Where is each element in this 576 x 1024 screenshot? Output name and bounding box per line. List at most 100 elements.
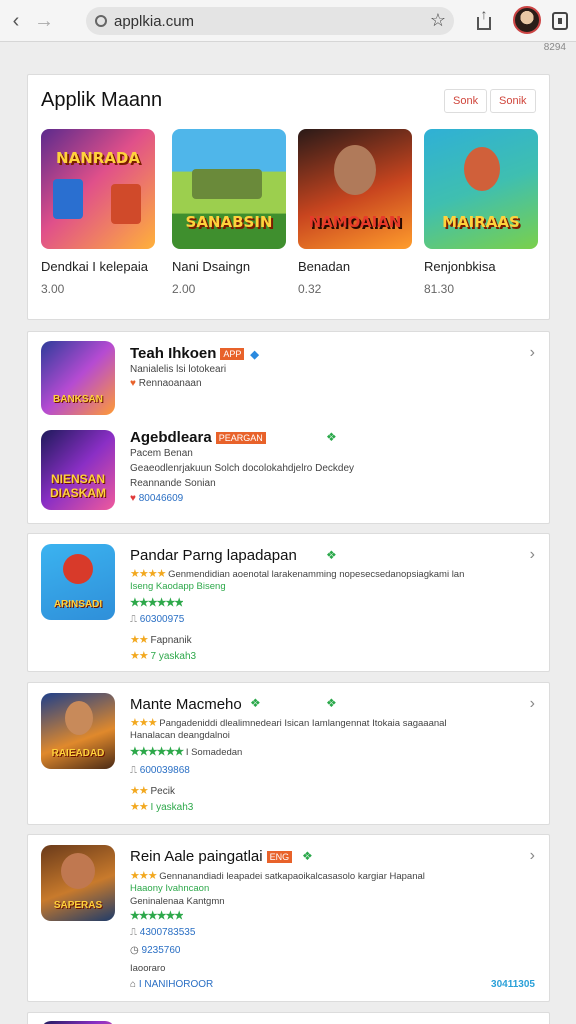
featured-app-2[interactable]: SANABSIN Nani Dsaingn 2.00 bbox=[172, 129, 286, 296]
chip-sonk[interactable]: Sonk bbox=[444, 89, 488, 113]
leaf-icon: ❖ bbox=[326, 430, 337, 444]
rating-stars: ★★★★ bbox=[130, 568, 166, 580]
app-tagline: Haaony Ivahncaon bbox=[130, 883, 210, 894]
rating-stars: ★★★ bbox=[130, 717, 158, 729]
rating-stars: ★★ bbox=[130, 801, 149, 813]
download-row: ⎍ 4300783535 bbox=[130, 927, 196, 938]
app-description: Geaeodlenrjakuun Solch docolokahdjelro D… bbox=[130, 463, 355, 474]
leaf-icon: ❖ bbox=[326, 548, 337, 562]
green-stars: ★★★★★★ bbox=[130, 597, 184, 609]
app-price: 0.32 bbox=[298, 282, 322, 296]
app-badge: PEARGAN bbox=[215, 432, 266, 445]
app-description: ★★★ Gennanandiadi leapadei satkapaoikalc… bbox=[130, 870, 425, 882]
app-list-card: RAIEADAD Mante Macmeho ❖ ❖ › ★★★ Pangade… bbox=[27, 682, 550, 825]
back-arrow-icon[interactable]: ‹ bbox=[6, 10, 26, 32]
rating-row: ★★★★★★ I Somadedan bbox=[130, 746, 243, 758]
featured-section: Applik Maann Sonk Sonik NANRADA Dendkai … bbox=[27, 74, 550, 320]
size-row: ◷ 9235760 bbox=[130, 945, 181, 956]
app-icon[interactable]: BANKSAN bbox=[41, 341, 115, 415]
app-name: Nani Dsaingn bbox=[172, 259, 251, 274]
chevron-right-icon[interactable]: › bbox=[530, 546, 535, 564]
app-title[interactable]: Pandar Parng lapadapan bbox=[130, 547, 297, 564]
leaf-icon: ❖ bbox=[326, 696, 337, 710]
app-tagline: Iseng Kaodapp Biseng bbox=[130, 581, 226, 592]
app-icon[interactable]: ARINSADI bbox=[41, 544, 115, 620]
rating-row: ★★★★★★ bbox=[130, 596, 183, 609]
app-list-card: BANKSAN Teah Ihkoen APP ◆ › Nanialelis lsi… bbox=[27, 331, 550, 524]
chip-sonik[interactable]: Sonik bbox=[490, 89, 536, 113]
app-title[interactable]: Agebdleara PEARGAN bbox=[130, 429, 266, 446]
app-price: 81.30 bbox=[424, 282, 455, 296]
review-row: ★★ 7 yaskah3 bbox=[130, 650, 197, 662]
featured-app-4[interactable]: MAIRAAS Renjonbkisa 81.30 bbox=[424, 129, 538, 296]
app-name: Dendkai I kelepaia bbox=[41, 259, 148, 274]
app-meta: ★★ Pecik bbox=[130, 785, 175, 797]
app-downloads: ♥ 80046609 bbox=[130, 493, 184, 504]
address-bar[interactable]: applkia.cum ☆ bbox=[86, 7, 454, 35]
app-badge: APP bbox=[220, 348, 245, 361]
app-subtitle: Pacem Benan bbox=[130, 448, 193, 459]
home-icon: ⌂ bbox=[130, 979, 137, 990]
app-description: ★★★ Pangadeniddi dlealimnedeari Isican I… bbox=[130, 717, 447, 729]
app-artwork[interactable]: SANABSIN bbox=[172, 129, 286, 249]
site-info-icon[interactable] bbox=[95, 15, 107, 27]
app-meta: ♥ Rennaoanaan bbox=[130, 378, 202, 389]
share-icon[interactable]: ↑ bbox=[474, 6, 494, 32]
featured-app-1[interactable]: NANRADA Dendkai I kelepaia 3.00 bbox=[41, 129, 155, 296]
app-list-card: SAPERAS Rein Aale paingatlai ENG ❖ › ★★★ … bbox=[27, 834, 550, 1002]
green-stars: ★★★★★★ bbox=[130, 910, 184, 922]
rating-stars: ★★★ bbox=[130, 870, 158, 882]
chevron-right-icon[interactable]: › bbox=[530, 695, 535, 713]
app-name: Renjonbkisa bbox=[424, 259, 496, 274]
status-number: 8294 bbox=[543, 42, 566, 53]
app-title[interactable]: Teah Ihkoen APP ◆ bbox=[130, 345, 259, 362]
download-row: ⎍ 60300975 bbox=[130, 614, 185, 625]
featured-app-3[interactable]: NAMOAIAN Benadan 0.32 bbox=[298, 129, 412, 296]
app-list-card: ARINSADI Pandar Parng lapadapan ❖ › ★★★★… bbox=[27, 533, 550, 672]
app-artwork[interactable]: NANRADA bbox=[41, 129, 155, 249]
chevron-right-icon[interactable]: › bbox=[530, 344, 535, 362]
app-meta: Reannande Sonian bbox=[130, 478, 216, 489]
app-price: 3.00 bbox=[41, 282, 65, 296]
app-title[interactable]: Mante Macmeho bbox=[130, 696, 242, 713]
app-name: Benadan bbox=[298, 259, 351, 274]
browser-toolbar: ‹ → applkia.cum ☆ ↑ bbox=[0, 0, 576, 42]
rating-stars: ★★ bbox=[130, 785, 149, 797]
rating-stars: ★★ bbox=[130, 650, 149, 662]
avatar[interactable] bbox=[513, 6, 541, 34]
app-artwork[interactable]: NAMOAIAN bbox=[298, 129, 412, 249]
green-stars: ★★★★★★ bbox=[130, 746, 184, 758]
install-icon: ⎍ bbox=[130, 614, 137, 625]
app-icon[interactable]: RAIEADAD bbox=[41, 693, 115, 769]
flame-icon: ♥ bbox=[130, 378, 136, 389]
app-title[interactable]: Rein Aale paingatlai ENG bbox=[130, 848, 293, 865]
rating-stars: ★★ bbox=[130, 634, 149, 646]
app-list-card bbox=[27, 1012, 550, 1024]
forward-arrow-icon[interactable]: → bbox=[34, 10, 54, 32]
app-value: 30411305 bbox=[491, 979, 535, 990]
download-row: ⎍ 600039868 bbox=[130, 765, 190, 776]
section-title: Applik Maann bbox=[41, 89, 163, 111]
diamond-icon: ◆ bbox=[250, 348, 259, 361]
app-tagline: Hanalacan deangdalnoi bbox=[130, 730, 230, 741]
app-artwork[interactable]: MAIRAAS bbox=[424, 129, 538, 249]
app-badge: ENG bbox=[266, 851, 293, 864]
app-icon[interactable]: NIENSAN DIASKAM bbox=[41, 430, 115, 510]
install-icon: ⎍ bbox=[130, 927, 137, 938]
app-meta: Iaooraro bbox=[130, 963, 166, 974]
chevron-right-icon[interactable]: › bbox=[530, 847, 535, 865]
review-row: ★★ I yaskah3 bbox=[130, 801, 194, 813]
leaf-icon: ❖ bbox=[250, 696, 261, 710]
rating-row: ★★★★★★ bbox=[130, 909, 183, 922]
clock-icon: ◷ bbox=[130, 945, 139, 956]
app-description: ★★★★ Genmendidian aoenotal larakenamming… bbox=[130, 568, 465, 580]
app-meta: ★★ Fapnanik bbox=[130, 634, 192, 646]
heart-icon: ♥ bbox=[130, 493, 136, 504]
leaf-icon: ❖ bbox=[302, 849, 313, 863]
bookmark-star-icon[interactable]: ☆ bbox=[430, 10, 446, 31]
app-price: 2.00 bbox=[172, 282, 196, 296]
url-text[interactable]: applkia.cum bbox=[114, 13, 194, 30]
app-icon[interactable]: SAPERAS bbox=[41, 845, 115, 921]
install-icon: ⎍ bbox=[130, 765, 137, 776]
tabs-icon[interactable] bbox=[552, 12, 568, 30]
